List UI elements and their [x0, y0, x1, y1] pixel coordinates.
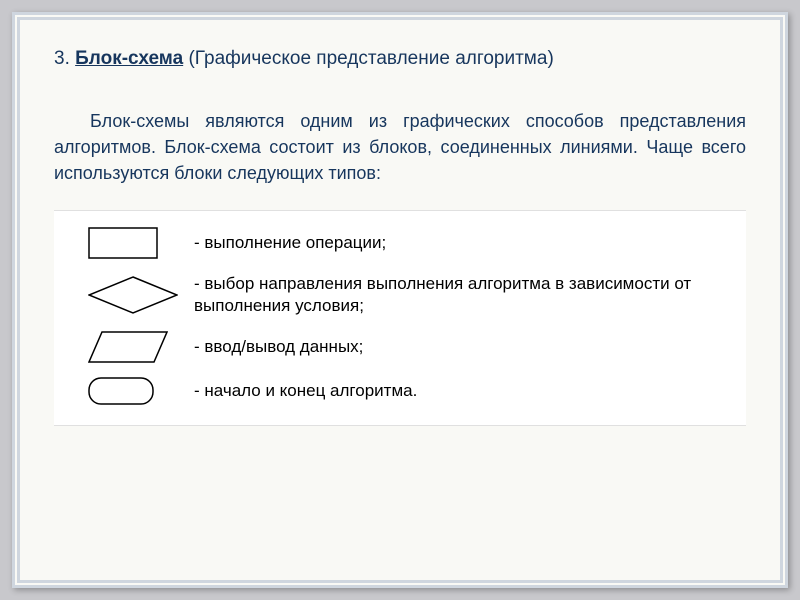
block-types-diagram: - выполнение операции; - выбор направлен… [54, 210, 746, 426]
slide-heading: 3. Блок-схема (Графическое представление… [54, 48, 746, 70]
item-desc: - ввод/вывод данных; [194, 336, 363, 358]
slide-frame: 3. Блок-схема (Графическое представление… [12, 12, 788, 588]
item-desc: - выполнение операции; [194, 232, 386, 254]
parallelogram-icon [68, 331, 180, 363]
item-desc: - начало и конец алгоритма. [194, 380, 417, 402]
list-item: - выбор направления выполнения алгоритма… [68, 273, 732, 317]
heading-number: 3. [54, 48, 70, 69]
rounded-rect-icon [68, 377, 180, 405]
list-item: - выполнение операции; [68, 227, 732, 259]
diamond-icon [68, 276, 180, 314]
list-item: - ввод/вывод данных; [68, 331, 732, 363]
body-text: Блок-схемы являются одним из графических… [54, 108, 746, 186]
list-item: - начало и конец алгоритма. [68, 377, 732, 405]
item-desc: - выбор направления выполнения алгоритма… [194, 273, 732, 317]
heading-paren: (Графическое представление алгоритма) [188, 48, 553, 69]
heading-term: Блок-схема [75, 48, 183, 69]
rectangle-icon [68, 227, 180, 259]
